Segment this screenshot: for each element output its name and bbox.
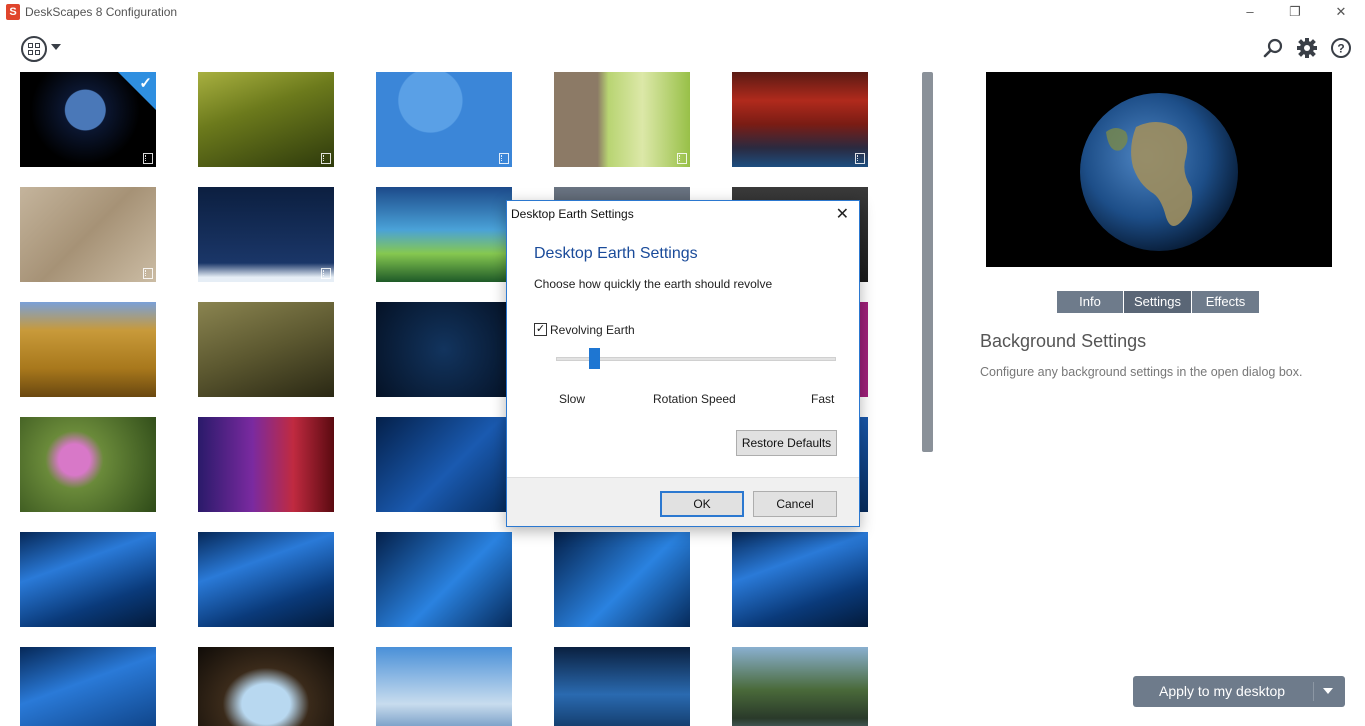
- tab-effects[interactable]: Effects: [1192, 291, 1260, 313]
- cancel-button[interactable]: Cancel: [753, 491, 837, 517]
- gallery-item[interactable]: [554, 532, 690, 627]
- video-icon: [321, 268, 331, 279]
- revolving-earth-checkbox[interactable]: ✓: [534, 323, 547, 336]
- search-icon[interactable]: [1262, 37, 1284, 59]
- gallery-item[interactable]: [198, 187, 334, 282]
- slider-center-label: Rotation Speed: [653, 392, 736, 406]
- wallpaper-preview: [986, 72, 1332, 267]
- minimize-icon[interactable]: –: [1240, 3, 1260, 21]
- gallery-item[interactable]: [376, 532, 512, 627]
- gallery-item[interactable]: [20, 302, 156, 397]
- checkbox-label[interactable]: Revolving Earth: [550, 323, 635, 337]
- gallery-item[interactable]: [198, 532, 334, 627]
- ok-button[interactable]: OK: [660, 491, 744, 517]
- gallery-item[interactable]: [376, 72, 512, 167]
- divider: [1313, 682, 1314, 701]
- video-icon: [321, 153, 331, 164]
- help-icon[interactable]: ?: [1330, 37, 1352, 59]
- close-icon[interactable]: ✕: [836, 204, 849, 224]
- deskscapes-logo-icon: S: [6, 4, 20, 20]
- section-title: Background Settings: [980, 331, 1147, 351]
- view-options-icon[interactable]: [21, 36, 47, 62]
- tab-info[interactable]: Info: [1057, 291, 1124, 313]
- gallery-item[interactable]: [376, 417, 512, 512]
- gallery-item[interactable]: [732, 72, 868, 167]
- gallery-item[interactable]: [20, 532, 156, 627]
- slider-min-label: Slow: [559, 392, 586, 406]
- video-icon: [677, 153, 687, 164]
- video-icon: [855, 153, 865, 164]
- section-description: Configure any background settings in the…: [980, 365, 1303, 379]
- close-icon[interactable]: ✕: [1331, 3, 1351, 21]
- gallery-item[interactable]: [376, 187, 512, 282]
- app-title: DeskScapes 8 Configuration: [25, 5, 178, 19]
- tab-bar: Info Settings Effects: [1057, 291, 1260, 313]
- dialog-subtitle: Choose how quickly the earth should revo…: [534, 277, 773, 291]
- video-icon: [143, 268, 153, 279]
- gallery-item[interactable]: [20, 647, 156, 726]
- gallery-item[interactable]: [198, 647, 334, 726]
- chevron-down-icon[interactable]: [51, 44, 61, 50]
- gallery-scrollbar[interactable]: [922, 72, 933, 452]
- restore-icon[interactable]: ❐: [1285, 3, 1305, 21]
- apply-button[interactable]: Apply to my desktop: [1133, 676, 1345, 707]
- dialog-heading: Desktop Earth Settings: [534, 245, 698, 262]
- svg-text:?: ?: [1337, 42, 1344, 56]
- gallery-item[interactable]: [198, 302, 334, 397]
- dialog-title-bar: Desktop Earth Settings ✕: [507, 201, 859, 227]
- gallery-item[interactable]: [732, 647, 868, 726]
- video-icon: [143, 153, 153, 164]
- desktop-earth-settings-dialog: Desktop Earth Settings ✕ Desktop Earth S…: [506, 200, 860, 527]
- gear-icon[interactable]: [1296, 37, 1318, 59]
- gallery-item[interactable]: [376, 302, 512, 397]
- slider-max-label: Fast: [811, 392, 835, 406]
- gallery-item[interactable]: [20, 187, 156, 282]
- gallery-item[interactable]: [20, 417, 156, 512]
- title-bar: S DeskScapes 8 Configuration – ❐ ✕: [0, 0, 1365, 26]
- checkmark-icon: ✓: [139, 75, 152, 92]
- gallery-item[interactable]: [376, 647, 512, 726]
- chevron-down-icon[interactable]: [1323, 688, 1333, 694]
- gallery-item[interactable]: [732, 532, 868, 627]
- apply-button-label: Apply to my desktop: [1159, 683, 1286, 699]
- gallery-item-desktop-earth[interactable]: ✓: [20, 72, 156, 167]
- gallery-item[interactable]: [198, 72, 334, 167]
- tab-settings[interactable]: Settings: [1124, 291, 1192, 313]
- gallery-item[interactable]: [554, 647, 690, 726]
- restore-defaults-button[interactable]: Restore Defaults: [736, 430, 837, 456]
- gallery-item[interactable]: [198, 417, 334, 512]
- slider-thumb[interactable]: [589, 348, 600, 369]
- video-icon: [499, 153, 509, 164]
- gallery-item[interactable]: [554, 72, 690, 167]
- dialog-title: Desktop Earth Settings: [511, 207, 634, 221]
- earth-preview-image: [1080, 93, 1238, 251]
